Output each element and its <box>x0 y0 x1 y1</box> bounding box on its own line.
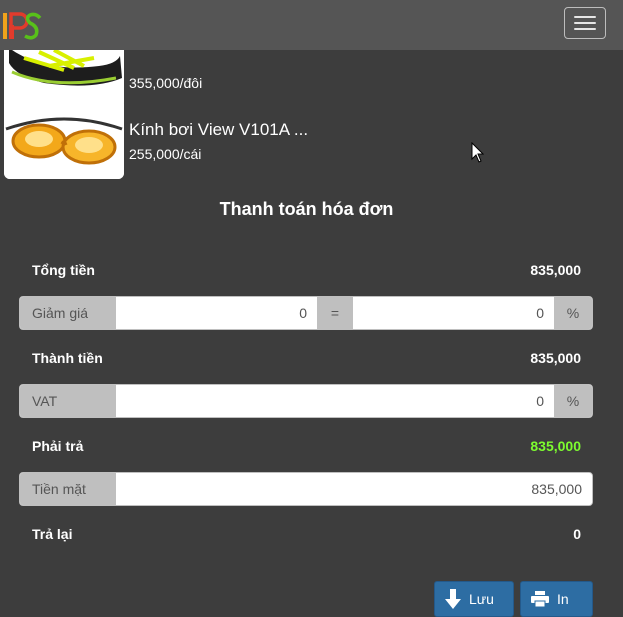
mouse-cursor-icon <box>471 142 485 163</box>
cash-input[interactable]: 835,000 <box>116 473 592 505</box>
subtotal-value: 835,000 <box>530 350 581 366</box>
vat-label: VAT <box>20 385 116 417</box>
change-label: Trả lại <box>32 526 73 542</box>
vat-percent-addon: % <box>554 385 592 417</box>
amount-due-value: 835,000 <box>530 438 581 454</box>
equals-sign: = <box>317 297 353 329</box>
amount-due-label: Phải trả <box>32 438 84 454</box>
print-button[interactable]: In <box>520 581 593 617</box>
pos-logo[interactable] <box>2 11 42 41</box>
percent-addon: % <box>554 297 592 329</box>
product-price: 355,000/đôi <box>129 75 203 91</box>
print-label: In <box>557 591 569 607</box>
cash-label: Tiền mặt <box>20 473 116 505</box>
cash-group: Tiền mặt 835,000 <box>19 472 593 506</box>
change-value: 0 <box>573 526 581 542</box>
hamburger-menu-button[interactable] <box>564 7 606 39</box>
goggles-image <box>4 99 124 179</box>
discount-group: Giảm giá 0 = 0 % <box>19 296 593 330</box>
top-navbar <box>0 0 623 50</box>
subtotal-label: Thành tiền <box>32 350 103 366</box>
product-name: Kính bơi View V101A ... <box>129 120 309 139</box>
save-button[interactable]: Lưu <box>434 581 514 617</box>
printer-icon <box>531 591 549 607</box>
product-item[interactable]: Kính bơi View V101A ... 255,000/cái <box>4 99 604 179</box>
vat-group: VAT 0 % <box>19 384 593 418</box>
discount-label: Giảm giá <box>20 297 116 329</box>
discount-amount-input[interactable]: 0 <box>116 297 317 329</box>
discount-percent-input[interactable]: 0 <box>353 297 554 329</box>
vat-input[interactable]: 0 <box>116 385 554 417</box>
total-label: Tổng tiền <box>32 262 95 278</box>
hamburger-icon <box>574 16 596 18</box>
product-price: 255,000/cái <box>129 146 202 162</box>
save-label: Lưu <box>469 591 494 607</box>
total-value: 835,000 <box>530 262 581 278</box>
payment-title: Thanh toán hóa đơn <box>219 199 394 219</box>
download-arrow-icon <box>445 589 461 609</box>
